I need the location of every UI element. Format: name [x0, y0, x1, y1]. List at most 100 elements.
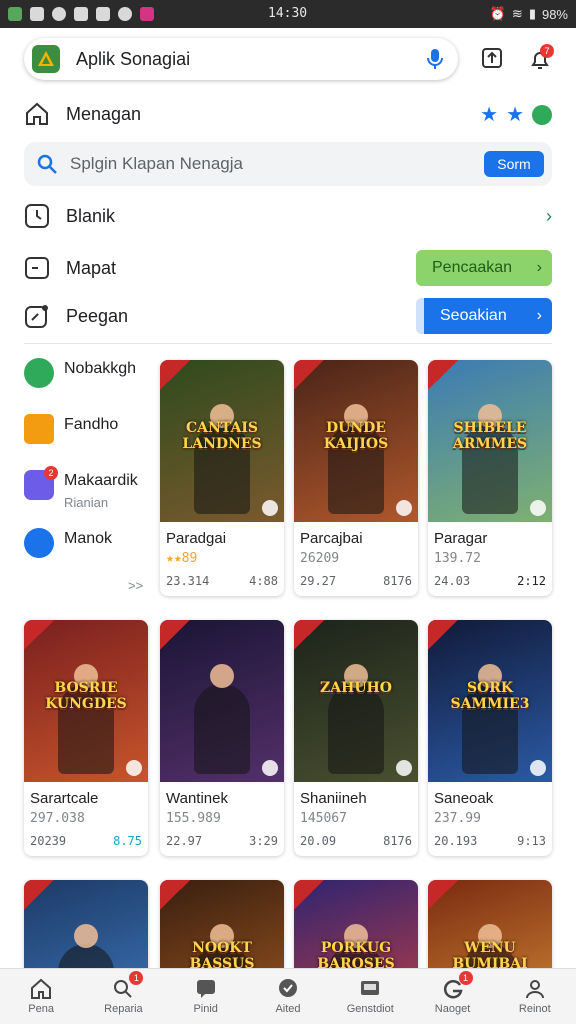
app-search-bar[interactable]: Aplik Sonagiai — [24, 38, 458, 80]
game-logo: BOSRIE KUNGDES — [45, 680, 127, 712]
chevron-right-icon[interactable]: › — [546, 206, 552, 227]
game-stat-right: 8176 — [383, 574, 412, 588]
pin-icon[interactable] — [396, 500, 412, 516]
search-button[interactable]: Sorm — [484, 151, 544, 177]
game-card[interactable]: Wantinek 155.989 22.97 3:29 — [160, 620, 284, 856]
nav-label: Pinid — [193, 1003, 218, 1015]
alert-icon — [118, 7, 132, 21]
box-icon — [24, 414, 54, 444]
ribbon-icon — [428, 880, 458, 910]
category-manok[interactable]: Manok — [24, 528, 154, 576]
app-title: Aplik Sonagiai — [76, 48, 191, 69]
game-card[interactable]: NOOKT BASSUS — [160, 880, 284, 980]
ribbon-icon — [294, 880, 324, 910]
game-stat-left: 20239 — [30, 834, 67, 848]
pin-icon[interactable] — [126, 760, 142, 776]
puzzle-icon: 2 — [24, 466, 58, 500]
game-card[interactable]: SORK SAMMIE3 Saneoak 237.99 20.193 9:13 — [428, 620, 552, 856]
game-title: Parcajbai — [300, 530, 363, 547]
pin-icon[interactable] — [262, 760, 278, 776]
alarm-icon: ⏰ — [489, 6, 506, 21]
more-link[interactable]: >> — [128, 578, 143, 593]
category-fandho[interactable]: Fandho — [24, 414, 154, 462]
nav-label: Reparia — [104, 1003, 143, 1015]
game-art: CANTAIS LANDNES — [160, 360, 284, 522]
category-nobakkgh[interactable]: Nobakkgh — [24, 358, 154, 406]
game-card[interactable]: ZAHUHO Shaniineh 145067 20.09 8176 — [294, 620, 418, 856]
row-blanik[interactable]: Blanik › — [24, 196, 552, 236]
game-stat-right: 4:88 — [249, 574, 278, 588]
game-meta: 26209 — [300, 551, 340, 566]
nav-item-reinot[interactable]: Reinot — [494, 969, 576, 1024]
edit-icon — [25, 305, 48, 328]
search-box[interactable]: Splgin Klapan Nenagja Sorm — [24, 142, 552, 186]
nav-item-pinid[interactable]: Pinid — [165, 969, 247, 1024]
nav-badge: 1 — [458, 971, 473, 985]
game-footer: 23.314 4:88 — [160, 568, 284, 596]
seoakian-button[interactable]: Seoakian › — [416, 298, 552, 334]
ribbon-icon — [294, 360, 324, 390]
share-icon[interactable] — [480, 46, 504, 70]
pencaakan-label: Pencaakan — [432, 259, 513, 276]
star-icon[interactable]: ★ — [506, 102, 524, 127]
game-art: SORK SAMMIE3 — [428, 620, 552, 782]
nav-item-reparia[interactable]: Reparia 1 — [82, 969, 164, 1024]
home-icon — [31, 978, 52, 999]
game-logo: SORK SAMMIE3 — [450, 680, 530, 712]
game-card[interactable]: SHIBELE ARMMES Paragar 139.72 24.03 2:12 — [428, 360, 552, 596]
check-circle-icon — [278, 979, 297, 997]
chevron-right-icon: › — [536, 307, 542, 324]
game-card[interactable]: BOSRIE KUNGDES Sarartcale 297.038 20239 8.75 — [24, 620, 148, 856]
notifications-button[interactable]: 7 — [528, 44, 556, 72]
pin-icon[interactable] — [530, 500, 546, 516]
notification-badge: 7 — [540, 44, 554, 58]
row-mapat[interactable]: Mapat Pencaakan › — [24, 248, 552, 288]
pin-icon[interactable] — [262, 500, 278, 516]
ribbon-icon — [428, 620, 458, 650]
pencaakan-button[interactable]: Pencaakan › — [416, 250, 552, 286]
wifi-icon: ≋ — [511, 6, 523, 21]
nav-label: Pena — [28, 1003, 54, 1015]
account-icon[interactable] — [532, 104, 552, 125]
game-card[interactable] — [24, 880, 148, 980]
chat-icon — [196, 980, 215, 998]
search-input[interactable]: Splgin Klapan Nenagja — [70, 154, 484, 174]
game-card[interactable]: WENU BUMIBAI — [428, 880, 552, 980]
star-icon[interactable]: ★ — [480, 102, 498, 127]
status-time: 14:30 — [268, 6, 308, 21]
ribbon-icon — [160, 360, 190, 390]
nav-item-naoget[interactable]: Naoget 1 — [411, 969, 493, 1024]
game-logo: DUNDE KAIJIOS — [323, 420, 389, 452]
game-stat-right: 3:29 — [249, 834, 278, 848]
game-card[interactable]: PORKUG BAROSES — [294, 880, 418, 980]
game-stat-left: 20.09 — [300, 834, 337, 848]
category-label: Makaardik — [64, 472, 138, 489]
row-peegan[interactable]: Peegan Seoakian › — [24, 296, 552, 336]
chevron-right-icon: › — [536, 259, 542, 276]
game-card[interactable]: DUNDE KAIJIOS Parcajbai 26209 29.27 8176 — [294, 360, 418, 596]
nav-item-pena[interactable]: Pena — [0, 969, 82, 1024]
image-icon — [30, 7, 44, 21]
game-stat-right: 8176 — [383, 834, 412, 848]
game-stat-right: 8.75 — [113, 834, 142, 848]
clock-icon — [25, 204, 49, 228]
home-row[interactable]: Menagan ★ ★ — [24, 98, 552, 130]
game-stat-right: 9:13 — [517, 834, 546, 848]
game-meta: 139.72 — [434, 551, 481, 566]
category-makaardik[interactable]: 2 Makaardik Rianian — [24, 466, 154, 518]
game-meta: 155.989 — [166, 811, 221, 826]
game-art — [160, 620, 284, 782]
person-icon — [525, 980, 544, 999]
game-footer: 29.27 8176 — [294, 568, 418, 596]
game-art: ZAHUHO — [294, 620, 418, 782]
game-footer: 20.09 8176 — [294, 828, 418, 856]
ribbon-icon — [24, 620, 54, 650]
game-card[interactable]: CANTAIS LANDNES Paradgai ★★89 23.314 4:88 — [160, 360, 284, 596]
pin-icon[interactable] — [530, 760, 546, 776]
pin-icon[interactable] — [396, 760, 412, 776]
nav-item-aited[interactable]: Aited — [247, 969, 329, 1024]
category-label: Fandho — [64, 416, 119, 433]
mic-icon[interactable] — [426, 48, 444, 70]
nav-item-genstdiot[interactable]: Genstdiot — [329, 969, 411, 1024]
hero-figure — [194, 664, 250, 774]
